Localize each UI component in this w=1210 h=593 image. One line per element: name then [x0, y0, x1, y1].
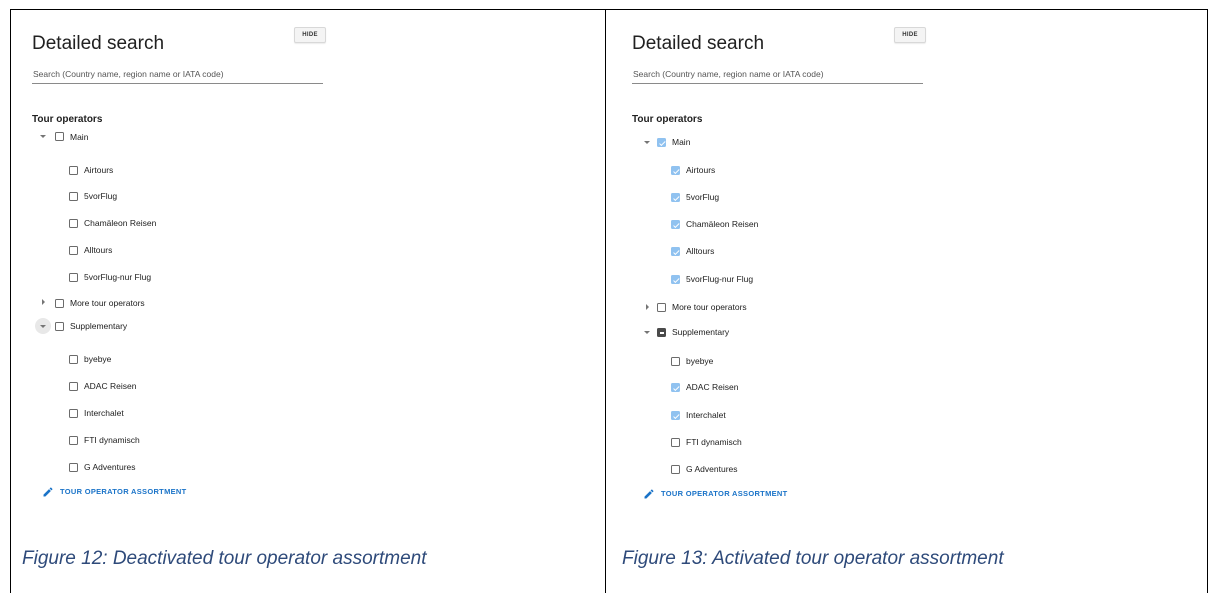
chevron-right-icon[interactable] — [646, 304, 649, 310]
item-label-byebye: byebye — [686, 356, 714, 366]
checkbox-adac-reisen[interactable] — [69, 382, 78, 391]
checkbox-airtours[interactable] — [671, 166, 680, 175]
checkbox-5vorflug-nur-flug[interactable] — [69, 273, 78, 282]
checkbox-adac-reisen[interactable] — [671, 383, 680, 392]
chevron-right-icon[interactable] — [42, 299, 45, 305]
checkbox-fti-dynamisch[interactable] — [69, 436, 78, 445]
checkbox-fti-dynamisch[interactable] — [671, 438, 680, 447]
hide-button[interactable]: HIDE — [894, 27, 926, 43]
pencil-icon — [644, 489, 654, 499]
checkbox-g-adventures[interactable] — [69, 463, 78, 472]
figure-caption-left: Figure 12: Deactivated tour operator ass… — [22, 548, 427, 569]
assortment-link-label: TOUR OPERATOR ASSORTMENT — [661, 489, 788, 498]
checkbox-group-more[interactable] — [55, 299, 64, 308]
checkbox-5vorflug[interactable] — [671, 193, 680, 202]
section-title-tour-operators: Tour operators — [32, 114, 103, 125]
detailed-search-panel-deactivated: Detailed search HIDE Search (Country nam… — [32, 9, 592, 497]
checkbox-chamaeleon-reisen[interactable] — [671, 220, 680, 229]
checkbox-chamaeleon-reisen[interactable] — [69, 219, 78, 228]
item-label-adac-reisen: ADAC Reisen — [84, 381, 137, 391]
pencil-icon — [43, 487, 53, 497]
checkbox-interchalet[interactable] — [671, 411, 680, 420]
chevron-down-icon[interactable] — [644, 141, 650, 144]
group-label-main: Main — [672, 137, 691, 147]
checkbox-group-main[interactable] — [657, 138, 666, 147]
item-label-chamaeleon-reisen: Chamäleon Reisen — [686, 219, 759, 229]
group-label-more: More tour operators — [672, 302, 747, 312]
search-placeholder: Search (Country name, region name or IAT… — [633, 69, 824, 79]
checkbox-group-main[interactable] — [55, 132, 64, 141]
hide-button[interactable]: HIDE — [294, 27, 326, 43]
item-label-adac-reisen: ADAC Reisen — [686, 382, 739, 392]
checkbox-alltours[interactable] — [671, 247, 680, 256]
checkbox-alltours[interactable] — [69, 246, 78, 255]
group-label-supplementary: Supplementary — [672, 327, 730, 337]
item-label-5vorflug: 5vorFlug — [686, 192, 720, 202]
chevron-down-icon[interactable] — [40, 135, 46, 138]
checkbox-airtours[interactable] — [69, 166, 78, 175]
search-placeholder: Search (Country name, region name or IAT… — [33, 69, 224, 79]
figure-caption-right: Figure 13: Activated tour operator assor… — [622, 548, 1004, 569]
item-label-5vorflug-nur-flug: 5vorFlug-nur Flug — [84, 272, 152, 282]
checkbox-group-supplementary[interactable] — [657, 328, 666, 337]
checkbox-group-supplementary[interactable] — [55, 322, 64, 331]
checkbox-interchalet[interactable] — [69, 409, 78, 418]
section-title-tour-operators: Tour operators — [632, 114, 703, 125]
item-label-5vorflug-nur-flug: 5vorFlug-nur Flug — [686, 274, 754, 284]
search-input[interactable]: Search (Country name, region name or IAT… — [632, 67, 923, 84]
item-label-5vorflug: 5vorFlug — [84, 191, 118, 201]
search-input[interactable]: Search (Country name, region name or IAT… — [32, 67, 323, 84]
checkbox-5vorflug[interactable] — [69, 192, 78, 201]
item-label-interchalet: Interchalet — [686, 410, 726, 420]
item-label-g-adventures: G Adventures — [686, 464, 738, 474]
item-label-fti-dynamisch: FTI dynamisch — [84, 435, 140, 445]
item-label-airtours: Airtours — [686, 165, 716, 175]
checkbox-g-adventures[interactable] — [671, 465, 680, 474]
checkbox-byebye[interactable] — [671, 357, 680, 366]
assortment-link-label: TOUR OPERATOR ASSORTMENT — [60, 487, 187, 496]
group-label-main: Main — [70, 132, 89, 142]
item-label-chamaeleon-reisen: Chamäleon Reisen — [84, 218, 157, 228]
group-label-supplementary: Supplementary — [70, 321, 128, 331]
item-label-airtours: Airtours — [84, 165, 114, 175]
page-title: Detailed search — [32, 33, 165, 54]
checkbox-5vorflug-nur-flug[interactable] — [671, 275, 680, 284]
item-label-byebye: byebye — [84, 354, 112, 364]
item-label-g-adventures: G Adventures — [84, 462, 136, 472]
chevron-down-icon[interactable] — [644, 331, 650, 334]
item-label-interchalet: Interchalet — [84, 408, 124, 418]
group-label-more: More tour operators — [70, 298, 145, 308]
checkbox-byebye[interactable] — [69, 355, 78, 364]
item-label-fti-dynamisch: FTI dynamisch — [686, 437, 742, 447]
chevron-down-icon[interactable] — [40, 325, 46, 328]
checkbox-group-more[interactable] — [657, 303, 666, 312]
figure-divider — [605, 9, 606, 593]
page-title: Detailed search — [632, 33, 765, 54]
item-label-alltours: Alltours — [84, 245, 113, 255]
item-label-alltours: Alltours — [686, 246, 715, 256]
detailed-search-panel-activated: Detailed search HIDE Search (Country nam… — [632, 9, 1192, 499]
